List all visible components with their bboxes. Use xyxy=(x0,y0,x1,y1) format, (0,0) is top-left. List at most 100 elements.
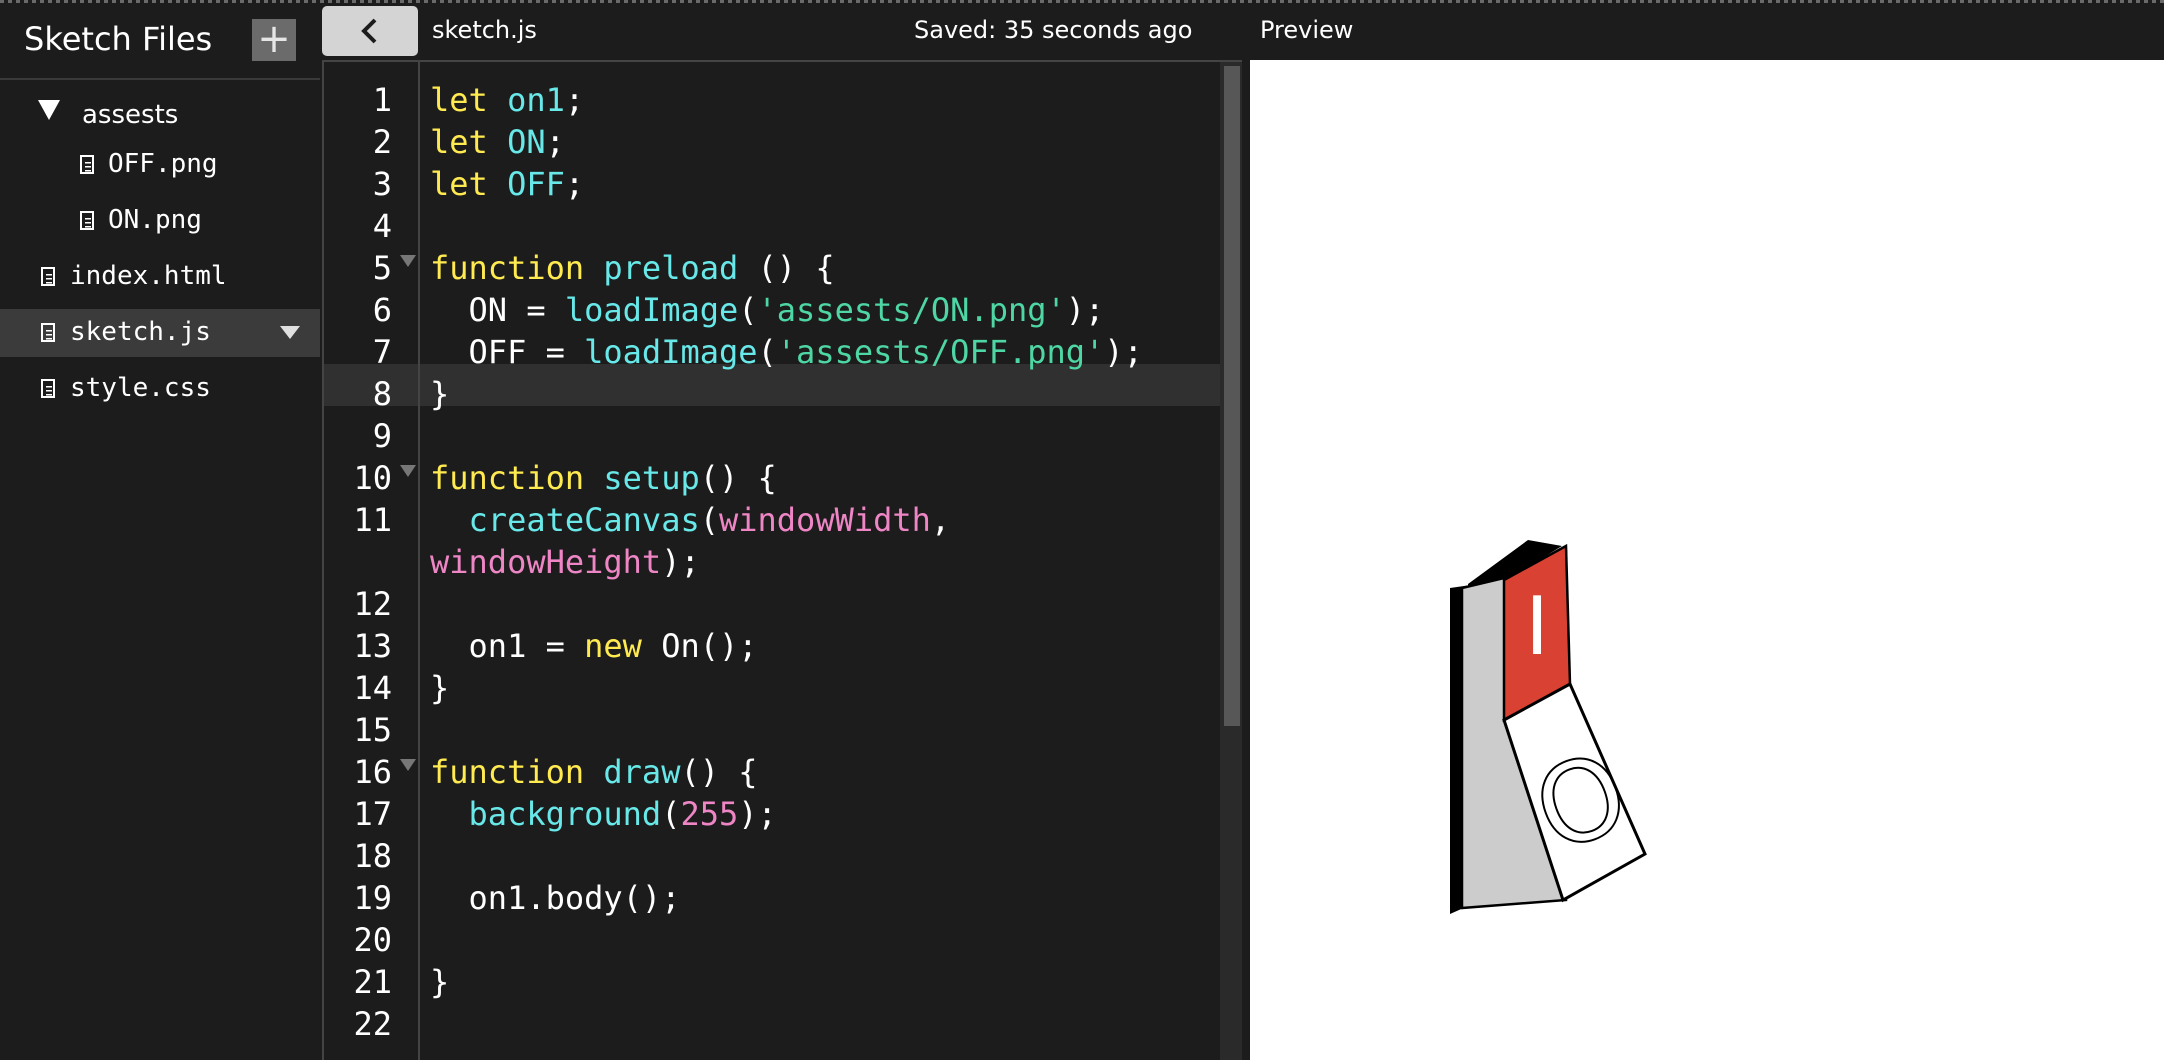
code-line[interactable]: on1 = new On(); xyxy=(430,625,758,667)
line-number: 4 xyxy=(372,207,392,245)
file-icon xyxy=(41,323,55,342)
editor-scrollbar-thumb[interactable] xyxy=(1224,66,1240,726)
folder-assests[interactable]: assests xyxy=(82,100,178,130)
file-label: style.css xyxy=(70,373,211,403)
editor-filename: sketch.js xyxy=(432,16,537,44)
line-number: 7 xyxy=(372,333,392,371)
code-line[interactable]: } xyxy=(430,961,449,1003)
code-token: ON = xyxy=(430,291,565,329)
code-token: ; xyxy=(564,165,585,203)
line-number: 5 xyxy=(372,249,392,287)
line-number: 1 xyxy=(372,81,392,119)
code-line[interactable]: let ON; xyxy=(430,121,565,163)
line-number: 9 xyxy=(372,417,392,455)
chevron-left-icon xyxy=(361,18,377,44)
code-token: ); xyxy=(1065,291,1105,329)
code-line[interactable]: let on1; xyxy=(430,79,584,121)
code-token: let xyxy=(430,81,508,119)
file-item-on-png[interactable]: ON.png xyxy=(0,197,320,245)
code-token: On(); xyxy=(661,627,758,665)
preview-canvas[interactable]: I O xyxy=(1250,60,2164,1060)
code-token: setup xyxy=(603,459,700,497)
file-label: ON.png xyxy=(108,205,202,235)
code-line[interactable]: } xyxy=(430,667,449,709)
folder-expand-arrow-icon[interactable] xyxy=(38,100,60,120)
window-top-border xyxy=(0,0,2164,3)
file-item-index-html[interactable]: index.html xyxy=(0,253,320,301)
file-item-sketch-js[interactable]: sketch.js xyxy=(0,309,320,357)
code-token: ); xyxy=(1104,333,1143,371)
code-line[interactable]: } xyxy=(430,373,449,415)
line-number: 10 xyxy=(353,459,392,497)
code-token: windowWidth xyxy=(718,501,931,539)
code-token: } xyxy=(430,375,450,413)
switch-image: I O xyxy=(1450,540,1647,914)
line-number: 15 xyxy=(353,711,392,749)
code-token: function xyxy=(430,459,604,497)
sidebar-header: Sketch Files + xyxy=(0,0,320,80)
fold-toggle-icon[interactable] xyxy=(400,759,416,771)
code-line[interactable]: ON = loadImage('assests/ON.png'); xyxy=(430,289,1105,331)
code-token: ( xyxy=(661,795,681,833)
code-token: () { xyxy=(738,249,835,287)
code-token: 'assests/ON.png' xyxy=(757,291,1066,329)
line-number: 20 xyxy=(353,921,392,959)
code-token: } xyxy=(430,669,450,707)
code-token: on1 xyxy=(507,81,565,119)
code-token: on1 = xyxy=(430,627,585,665)
code-token: 255 xyxy=(680,795,739,833)
line-number: 14 xyxy=(353,669,392,707)
fold-toggle-icon[interactable] xyxy=(400,255,416,267)
code-line[interactable]: function draw() { xyxy=(430,751,758,793)
line-number: 17 xyxy=(353,795,392,833)
code-line[interactable]: on1.body(); xyxy=(430,877,681,919)
line-number: 21 xyxy=(353,963,392,1001)
code-token: ON xyxy=(507,123,546,161)
file-sidebar: Sketch Files + assests OFF.png ON.png in… xyxy=(0,0,320,1060)
line-number: 12 xyxy=(353,585,392,623)
code-token: ; xyxy=(564,81,585,119)
file-item-style-css[interactable]: style.css xyxy=(0,365,320,413)
code-token: () { xyxy=(680,753,758,791)
line-number: 18 xyxy=(353,837,392,875)
code-token: , xyxy=(930,501,951,539)
code-token: ( xyxy=(757,333,777,371)
code-token: preload xyxy=(603,249,739,287)
code-line[interactable]: windowHeight); xyxy=(430,541,700,583)
line-number: 13 xyxy=(353,627,392,665)
code-token: windowHeight xyxy=(430,543,662,581)
fold-toggle-icon[interactable] xyxy=(400,465,416,477)
code-line[interactable]: background(255); xyxy=(430,793,777,835)
code-line[interactable]: function setup() { xyxy=(430,457,777,499)
line-number: 19 xyxy=(353,879,392,917)
code-token: () { xyxy=(699,459,777,497)
file-options-chevron-icon[interactable] xyxy=(280,326,300,339)
file-label: OFF.png xyxy=(108,149,218,179)
file-icon xyxy=(41,267,55,286)
collapse-sidebar-button[interactable] xyxy=(322,6,418,56)
line-number: 11 xyxy=(353,501,392,539)
code-token: OFF = xyxy=(430,333,585,371)
line-number: 2 xyxy=(372,123,392,161)
code-token: 'assests/OFF.png' xyxy=(776,333,1105,371)
add-file-button[interactable]: + xyxy=(252,19,296,61)
code-token: let xyxy=(430,123,508,161)
code-line[interactable]: OFF = loadImage('assests/OFF.png'); xyxy=(430,331,1143,373)
code-token: ); xyxy=(738,795,777,833)
save-status: Saved: 35 seconds ago xyxy=(914,16,1193,44)
code-token: new xyxy=(584,627,662,665)
line-number: 3 xyxy=(372,165,392,203)
code-token: function xyxy=(430,249,604,287)
code-line[interactable]: createCanvas(windowWidth, xyxy=(430,499,951,541)
code-line[interactable]: let OFF; xyxy=(430,163,584,205)
switch-on-symbol: I xyxy=(1525,580,1549,673)
code-token: let xyxy=(430,165,508,203)
line-number: 16 xyxy=(353,753,392,791)
file-item-off-png[interactable]: OFF.png xyxy=(0,141,320,189)
file-icon xyxy=(41,379,55,398)
code-token: ; xyxy=(545,123,565,161)
code-token: ); xyxy=(661,543,700,581)
code-line[interactable]: function preload () { xyxy=(430,247,835,289)
code-editor[interactable]: 1 2 3 4 5 6 7 8 9 10 11 12 13 14 15 16 17 18 19 20 21 22 let … xyxy=(322,60,1242,1060)
